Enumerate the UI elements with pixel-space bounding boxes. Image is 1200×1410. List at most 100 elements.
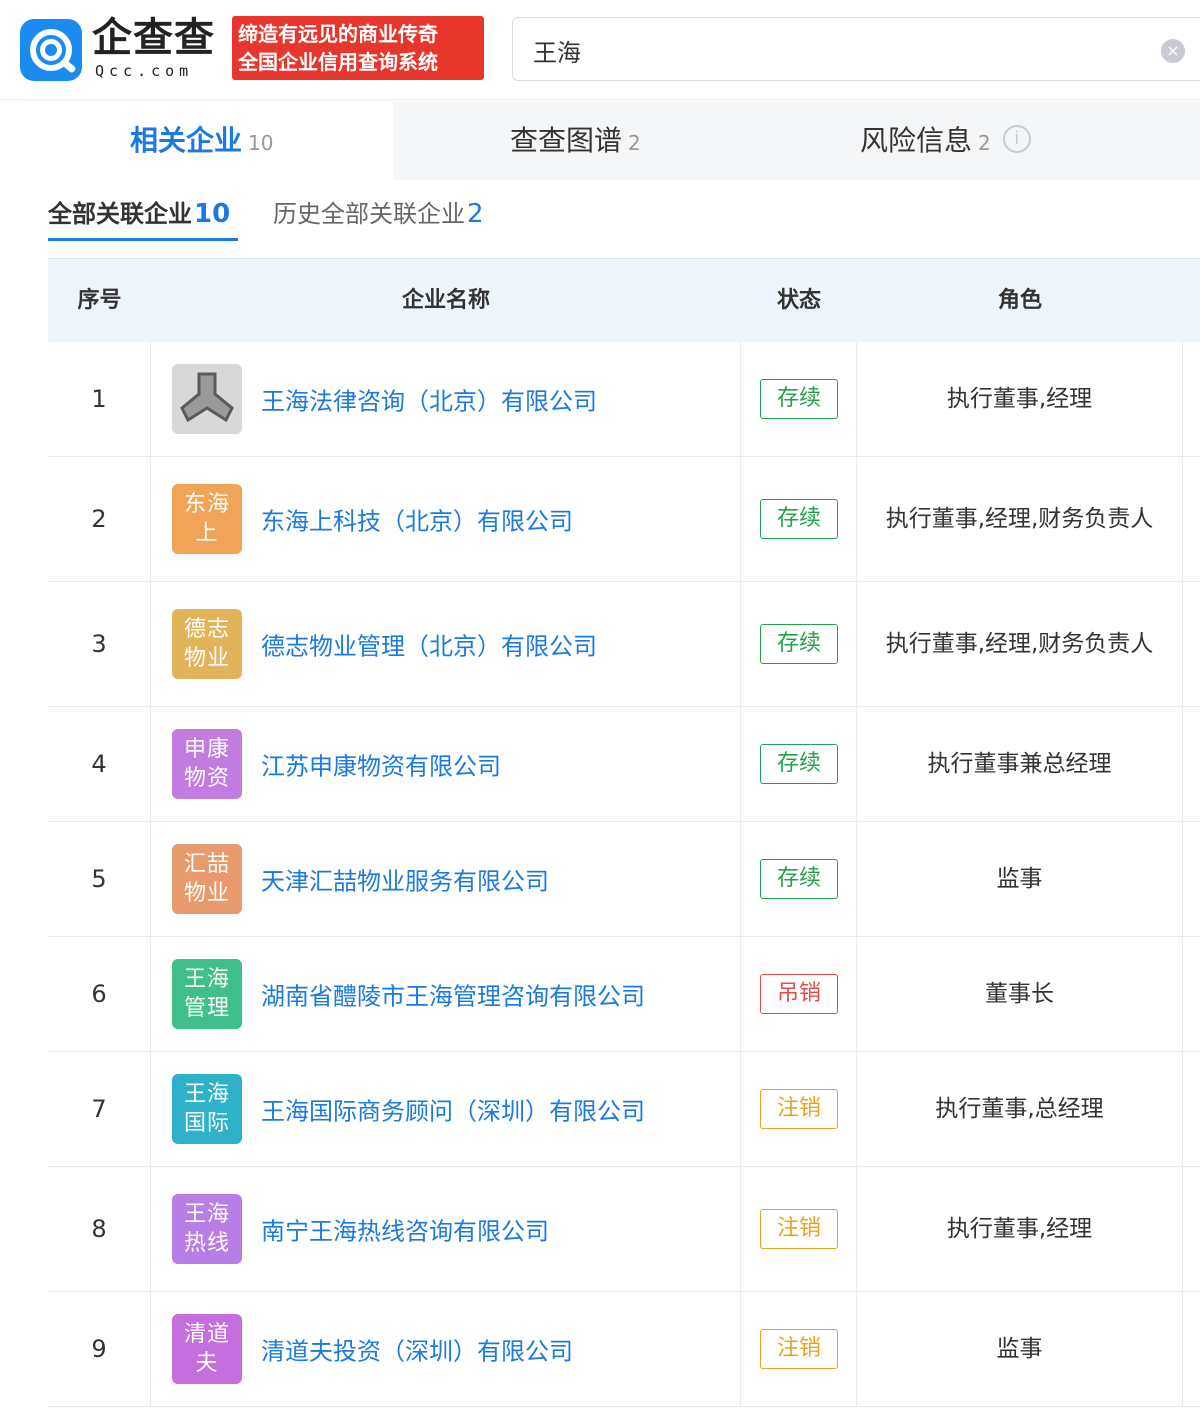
overflow-cell: [1183, 1052, 1200, 1166]
role-text: 执行董事,经理,财务负责人: [857, 623, 1182, 665]
status-badge: 存续: [760, 744, 838, 784]
table-row: 6 王海管理 王海管理 湖南省醴陵市王海管理咨询有限公司 吊销 董事长: [48, 937, 1200, 1052]
qcc-logo-icon[interactable]: [20, 19, 82, 81]
role-text: 监事: [857, 1328, 1182, 1370]
table-row: 2 东海上 东海上 东海上科技（北京）有限公司 存续 执行董事,经理,财务负责人: [48, 457, 1200, 582]
header-index: 序号: [48, 259, 151, 343]
index-cell: 1: [48, 342, 151, 456]
company-cell: 申康物资 申康物资 江苏申康物资有限公司: [151, 707, 741, 821]
tab-label: 相关企业: [130, 124, 242, 157]
header-status: 状态: [741, 259, 857, 343]
table-row: 4 申康物资 申康物资 江苏申康物资有限公司 存续 执行董事兼总经理: [48, 707, 1200, 822]
search-input[interactable]: [533, 32, 1133, 68]
company-name-link[interactable]: 南宁王海热线咨询有限公司: [261, 1212, 549, 1247]
table-row: 5 汇喆物业 汇喆物业 天津汇喆物业服务有限公司 存续 监事: [48, 822, 1200, 937]
company-logo[interactable]: [172, 364, 242, 434]
role-text: 执行董事,经理: [857, 1208, 1182, 1250]
table-row: 7 王海国际 王海国际 王海国际商务顾问（深圳）有限公司 注销 执行董事,总经理: [48, 1052, 1200, 1167]
status-cell: 注销: [741, 1052, 857, 1166]
overflow-cell: [1183, 342, 1200, 456]
overflow-cell: [1183, 1292, 1200, 1406]
company-cell: 汇喆物业 汇喆物业 天津汇喆物业服务有限公司: [151, 822, 741, 936]
result-tabs: 相关企业10 查查图谱2 风险信息2i: [20, 102, 1200, 180]
slogan-line-2: 全国企业信用查询系统: [238, 48, 478, 76]
status-badge: 吊销: [760, 974, 838, 1014]
status-badge: 存续: [760, 499, 838, 539]
status-badge: 存续: [760, 624, 838, 664]
subtab-all-related[interactable]: 全部关联企业10: [48, 196, 230, 232]
company-name-link[interactable]: 清道夫投资（深圳）有限公司: [261, 1332, 573, 1367]
company-logo[interactable]: 王海国际 王海国际: [172, 1074, 242, 1144]
company-logo[interactable]: 王海管理 王海管理: [172, 959, 242, 1029]
clear-search-icon[interactable]: ×: [1161, 39, 1185, 63]
company-logo-icon: [172, 364, 242, 434]
company-logo[interactable]: 王海热线 王海热线: [172, 1194, 242, 1264]
slogan-banner: 缔造有远见的商业传奇 全国企业信用查询系统: [232, 16, 484, 80]
index-cell: 8: [48, 1167, 151, 1291]
subtab-count: 2: [467, 199, 484, 229]
header-role: 角色: [857, 259, 1183, 343]
company-name-link[interactable]: 东海上科技（北京）有限公司: [261, 502, 573, 537]
company-cell: 王海管理 王海管理 湖南省醴陵市王海管理咨询有限公司: [151, 937, 741, 1051]
company-cell: 王海国际 王海国际 王海国际商务顾问（深圳）有限公司: [151, 1052, 741, 1166]
company-name-link[interactable]: 王海法律咨询（北京）有限公司: [261, 382, 597, 417]
company-name-link[interactable]: 江苏申康物资有限公司: [261, 747, 501, 782]
active-subtab-indicator: [48, 238, 238, 241]
role-cell: 监事: [857, 1292, 1183, 1406]
subtab-label: 全部关联企业: [48, 200, 192, 228]
company-cell: 王海热线 王海热线 南宁王海热线咨询有限公司: [151, 1167, 741, 1291]
index-cell: 6: [48, 937, 151, 1051]
search-box: ×: [512, 17, 1200, 81]
status-badge: 存续: [760, 379, 838, 419]
status-cell: 存续: [741, 342, 857, 456]
overflow-cell: [1183, 707, 1200, 821]
company-logo[interactable]: 清道夫 清道夫: [172, 1314, 242, 1384]
role-cell: 执行董事,经理,财务负责人: [857, 582, 1183, 706]
logo-text[interactable]: 企查查: [92, 16, 215, 60]
company-name-link[interactable]: 湖南省醴陵市王海管理咨询有限公司: [261, 977, 645, 1012]
status-cell: 注销: [741, 1292, 857, 1406]
company-logo[interactable]: 申康物资 申康物资: [172, 729, 242, 799]
index-cell: 9: [48, 1292, 151, 1406]
table-header: 序号 企业名称 状态 角色: [48, 258, 1200, 342]
row-index: 5: [48, 865, 150, 893]
status-badge: 注销: [760, 1209, 838, 1249]
company-cell: 德志物业 德志物业 德志物业管理（北京）有限公司: [151, 582, 741, 706]
app-header: 企查查 Qcc.com 缔造有远见的商业传奇 全国企业信用查询系统 ×: [0, 0, 1200, 100]
company-logo[interactable]: 德志物业 德志物业: [172, 609, 242, 679]
table-row: 9 清道夫 清道夫 清道夫投资（深圳）有限公司 注销 监事: [48, 1292, 1200, 1407]
company-name-link[interactable]: 王海国际商务顾问（深圳）有限公司: [261, 1092, 645, 1127]
role-cell: 监事: [857, 822, 1183, 936]
overflow-cell: [1183, 457, 1200, 581]
row-index: 3: [48, 630, 150, 658]
subtab-history-related[interactable]: 历史全部关联企业2: [273, 196, 484, 232]
company-name-link[interactable]: 德志物业管理（北京）有限公司: [261, 627, 597, 662]
role-text: 执行董事,总经理: [857, 1088, 1182, 1130]
table-body: 1 王海法律咨询（北京）有限公司 存续 执行董事,经理 2: [48, 342, 1200, 1407]
tab-count: 2: [978, 131, 991, 155]
company-logo[interactable]: 东海上 东海上: [172, 484, 242, 554]
role-cell: 执行董事,经理: [857, 1167, 1183, 1291]
tab-risk-info[interactable]: 风险信息2i: [860, 102, 1031, 180]
status-cell: 注销: [741, 1167, 857, 1291]
row-index: 8: [48, 1215, 150, 1243]
role-cell: 执行董事兼总经理: [857, 707, 1183, 821]
tab-label: 查查图谱: [510, 124, 622, 157]
company-logo[interactable]: 汇喆物业 汇喆物业: [172, 844, 242, 914]
status-cell: 存续: [741, 582, 857, 706]
status-cell: 存续: [741, 707, 857, 821]
role-cell: 执行董事,经理: [857, 342, 1183, 456]
company-cell: 东海上 东海上 东海上科技（北京）有限公司: [151, 457, 741, 581]
company-name-link[interactable]: 天津汇喆物业服务有限公司: [261, 862, 549, 897]
tab-graph[interactable]: 查查图谱2: [510, 102, 641, 180]
status-cell: 存续: [741, 822, 857, 936]
row-index: 7: [48, 1095, 150, 1123]
info-icon[interactable]: i: [1003, 125, 1031, 153]
status-cell: 吊销: [741, 937, 857, 1051]
overflow-cell: [1183, 937, 1200, 1051]
tab-related-companies[interactable]: 相关企业10: [20, 102, 393, 180]
slogan-line-1: 缔造有远见的商业传奇: [238, 20, 478, 48]
index-cell: 5: [48, 822, 151, 936]
row-index: 1: [48, 385, 150, 413]
overflow-cell: [1183, 822, 1200, 936]
